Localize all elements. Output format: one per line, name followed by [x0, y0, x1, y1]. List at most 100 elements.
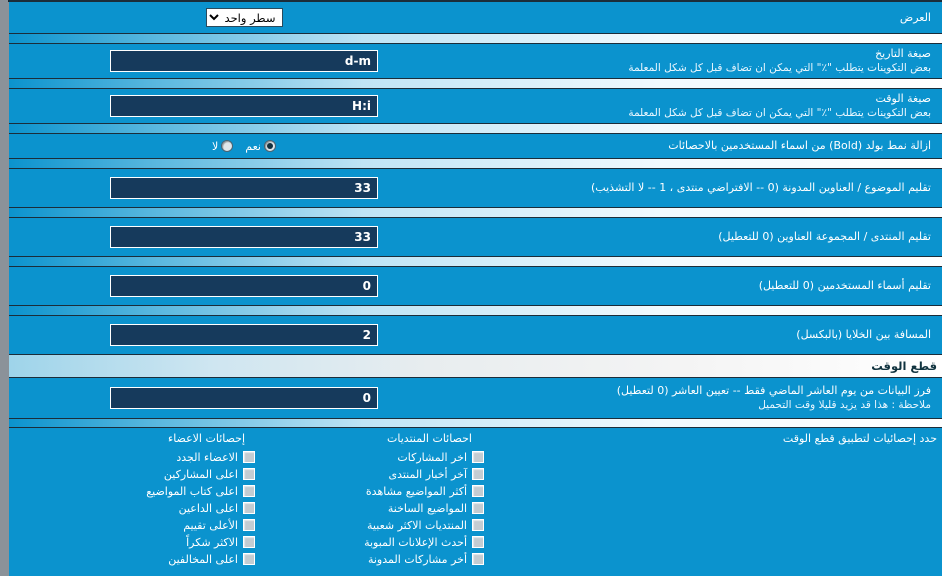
row-time-format-control-cell — [9, 95, 479, 117]
row-cell-spacing: المسافة بين الخلايا (بالبكسل) — [9, 316, 942, 354]
row-trim-thread-title-label-cell: تقليم الموضوع / العناوين المدونة (0 -- ا… — [479, 181, 942, 195]
row-trim-forum-title-control-cell — [9, 226, 479, 248]
row-time-format: صيغة الوقت بعض التكوينات يتطلب "٪" التي … — [9, 89, 942, 123]
trim-forum-title-input[interactable] — [110, 226, 378, 248]
checkbox-item[interactable]: اخر المشاركات — [364, 450, 484, 464]
trim-thread-title-input[interactable] — [110, 177, 378, 199]
display-mode-select[interactable]: سطر واحد — [205, 8, 283, 27]
row-display-label-cell: العرض — [479, 11, 942, 25]
checkbox-icon[interactable] — [472, 502, 484, 514]
row-time-format-label-cell: صيغة الوقت بعض التكوينات يتطلب "٪" التي … — [479, 92, 942, 120]
row-trim-usernames: تقليم أسماء المستخدمين (0 للتعطيل) — [9, 267, 942, 305]
checkbox-icon[interactable] — [243, 519, 255, 531]
separator-bar — [9, 418, 942, 428]
remove-bold-radio-no[interactable]: لا — [212, 139, 234, 153]
checkbox-item[interactable]: أخر مشاركات المدونة — [364, 552, 484, 566]
cell-spacing-input[interactable] — [110, 324, 378, 346]
checkbox-item[interactable]: اعلى كتاب المواضيع — [146, 484, 255, 498]
row-date-format-control-cell — [9, 50, 479, 72]
row-cell-spacing-label-cell: المسافة بين الخلايا (بالبكسل) — [479, 328, 942, 342]
timecut-stats-selection: حدد إحصائيات لتطبيق قطع الوقت احصائات ال… — [9, 428, 942, 576]
row-remove-bold-label: ازالة نمط بولد (Bold) من اسماء المستخدمي… — [668, 139, 931, 152]
separator-bar — [9, 78, 942, 89]
checkbox-label: أكثر المواضيع مشاهدة — [365, 484, 467, 498]
settings-sheet: العرض سطر واحد صيغة التاريخ بعض التكوينا… — [9, 2, 942, 576]
checkbox-icon[interactable] — [472, 468, 484, 480]
separator-bar — [9, 256, 942, 267]
separator-bar — [9, 158, 942, 169]
checkbox-item[interactable]: آخر أخبار المنتدى — [364, 467, 484, 481]
row-remove-bold-control-cell: نعم لا — [9, 140, 479, 153]
row-time-format-label: صيغة الوقت — [875, 92, 931, 105]
row-time-format-hint: بعض التكوينات يتطلب "٪" التي يمكن ان تضا… — [628, 107, 931, 119]
checkbox-label: الاعضاء الجدد — [176, 450, 238, 464]
checkbox-item[interactable]: اعلى الداعين — [146, 501, 255, 515]
row-trim-usernames-control-cell — [9, 275, 479, 297]
row-trim-thread-title: تقليم الموضوع / العناوين المدونة (0 -- ا… — [9, 169, 942, 207]
checkbox-label: الأعلى تقييم — [183, 518, 238, 532]
checkbox-item[interactable]: اعلى المخالفين — [146, 552, 255, 566]
checkbox-header-right: حدد إحصائيات لتطبيق قطع الوقت — [782, 432, 937, 445]
remove-bold-radio-yes[interactable]: نعم — [245, 140, 276, 153]
remove-bold-radio-no-label: لا — [212, 139, 219, 153]
row-remove-bold: ازالة نمط بولد (Bold) من اسماء المستخدمي… — [9, 134, 942, 158]
checkbox-icon[interactable] — [243, 468, 255, 480]
row-cell-spacing-label: المسافة بين الخلايا (بالبكسل) — [796, 328, 931, 341]
checkbox-icon[interactable] — [472, 451, 484, 463]
checkbox-label: اعلى المشاركين — [163, 467, 238, 481]
checkbox-label: آخر أخبار المنتدى — [388, 467, 467, 481]
checkbox-label: أحدث الإعلانات المبوبة — [364, 535, 467, 549]
checkbox-icon[interactable] — [472, 553, 484, 565]
checkbox-label: اخر المشاركات — [397, 450, 467, 464]
checkbox-item[interactable]: اعلى المشاركين — [146, 467, 255, 481]
remove-bold-radio-yes-label: نعم — [245, 139, 261, 153]
checkbox-icon[interactable] — [472, 536, 484, 548]
checkbox-item[interactable]: أحدث الإعلانات المبوبة — [364, 535, 484, 549]
checkbox-item[interactable]: المنتديات الاكثر شعبية — [364, 518, 484, 532]
row-display-control-cell: سطر واحد — [9, 8, 479, 27]
checkbox-item[interactable]: المواضيع الساخنة — [364, 501, 484, 515]
row-date-format-label-cell: صيغة التاريخ بعض التكوينات يتطلب "٪" الت… — [479, 47, 942, 75]
checkbox-icon[interactable] — [243, 502, 255, 514]
checkbox-item[interactable]: الأعلى تقييم — [146, 518, 255, 532]
time-format-input[interactable] — [110, 95, 378, 117]
remove-bold-radio-group: نعم لا — [212, 140, 276, 153]
row-trim-thread-title-control-cell — [9, 177, 479, 199]
checkbox-item[interactable]: أكثر المواضيع مشاهدة — [364, 484, 484, 498]
checkbox-item[interactable]: الاعضاء الجدد — [146, 450, 255, 464]
timecut-cutoff-input[interactable] — [110, 387, 378, 409]
forum-stats-checkbox-column: اخر المشاركات آخر أخبار المنتدى أكثر الم… — [364, 450, 484, 566]
row-display-label: العرض — [899, 10, 931, 24]
checkbox-icon[interactable] — [243, 553, 255, 565]
date-format-input[interactable] — [110, 50, 378, 72]
row-trim-forum-title-label: تقليم المنتدى / المجموعة العناوين (0 للت… — [718, 230, 931, 243]
separator-bar — [9, 305, 942, 316]
trim-usernames-input[interactable] — [110, 275, 378, 297]
checkbox-icon[interactable] — [243, 451, 255, 463]
row-timecut-cutoff-label-cell: فرز البيانات من يوم العاشر الماضي فقط --… — [479, 384, 942, 412]
row-date-format-hint: بعض التكوينات يتطلب "٪" التي يمكن ان تضا… — [628, 62, 931, 74]
radio-unselected-icon[interactable] — [221, 140, 234, 152]
checkbox-icon[interactable] — [472, 485, 484, 497]
row-trim-usernames-label: تقليم أسماء المستخدمين (0 للتعطيل) — [758, 279, 931, 292]
row-timecut-cutoff-label: فرز البيانات من يوم العاشر الماضي فقط --… — [616, 384, 931, 397]
row-display: العرض سطر واحد — [9, 2, 942, 33]
radio-selected-icon[interactable] — [264, 140, 276, 152]
row-date-format-label: صيغة التاريخ — [875, 47, 931, 60]
checkbox-icon[interactable] — [472, 519, 484, 531]
separator-bar — [9, 207, 942, 218]
row-trim-thread-title-label: تقليم الموضوع / العناوين المدونة (0 -- ا… — [591, 181, 931, 194]
member-stats-checkbox-column: الاعضاء الجدد اعلى المشاركين اعلى كتاب ا… — [146, 450, 255, 566]
row-trim-forum-title-label-cell: تقليم المنتدى / المجموعة العناوين (0 للت… — [479, 230, 942, 244]
checkbox-label: اعلى كتاب المواضيع — [146, 484, 238, 498]
separator-bar — [9, 33, 942, 44]
row-remove-bold-label-cell: ازالة نمط بولد (Bold) من اسماء المستخدمي… — [479, 139, 942, 153]
row-timecut-cutoff-control-cell — [9, 387, 479, 409]
checkbox-icon[interactable] — [243, 485, 255, 497]
checkbox-label: الاكثر شكراً — [186, 535, 238, 549]
checkbox-icon[interactable] — [243, 536, 255, 548]
separator-bar — [9, 123, 942, 134]
checkbox-label: اعلى المخالفين — [168, 552, 238, 566]
checkbox-item[interactable]: الاكثر شكراً — [146, 535, 255, 549]
checkbox-label: اعلى الداعين — [178, 501, 238, 515]
